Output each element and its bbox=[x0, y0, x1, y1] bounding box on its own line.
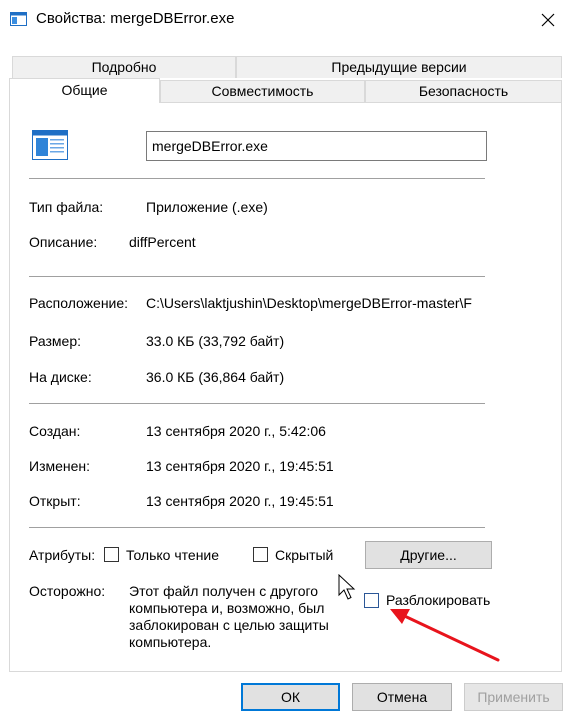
location-value: C:\Users\laktjushin\Desktop\mergeDBError… bbox=[146, 295, 472, 311]
separator bbox=[29, 403, 485, 404]
close-icon bbox=[541, 13, 555, 27]
close-button[interactable] bbox=[525, 0, 571, 40]
tab-compatibility[interactable]: Совместимость bbox=[160, 80, 365, 102]
separator bbox=[29, 178, 485, 179]
separator bbox=[29, 527, 485, 528]
window-title: Свойства: mergeDBError.exe bbox=[36, 10, 235, 27]
size-value: 33.0 КБ (33,792 байт) bbox=[146, 333, 285, 349]
size-label: Размер: bbox=[29, 333, 82, 349]
cancel-button[interactable]: Отмена bbox=[352, 683, 452, 711]
description-value: diffPercent bbox=[129, 234, 196, 250]
file-type-label: Тип файла: bbox=[29, 199, 104, 215]
location-label: Расположение: bbox=[29, 295, 129, 311]
tab-security[interactable]: Безопасность bbox=[365, 80, 562, 102]
security-label: Осторожно: bbox=[29, 583, 106, 599]
apply-button[interactable]: Применить bbox=[464, 683, 563, 711]
description-label: Описание: bbox=[29, 234, 98, 250]
created-label: Создан: bbox=[29, 423, 81, 439]
size-on-disk-label: На диске: bbox=[29, 369, 92, 385]
file-type-value: Приложение (.exe) bbox=[146, 199, 268, 215]
readonly-label[interactable]: Только чтение bbox=[126, 547, 219, 563]
red-arrow-icon bbox=[390, 609, 500, 662]
application-icon bbox=[32, 130, 68, 160]
hidden-checkbox[interactable] bbox=[253, 547, 268, 562]
created-value: 13 сентября 2020 г., 5:42:06 bbox=[146, 423, 326, 439]
unblock-checkbox[interactable] bbox=[364, 593, 379, 608]
attributes-label: Атрибуты: bbox=[29, 547, 96, 563]
accessed-label: Открыт: bbox=[29, 493, 81, 509]
file-name-field[interactable]: mergeDBError.exe bbox=[146, 131, 487, 161]
security-warning-text: Этот файл получен с другого компьютера и… bbox=[129, 583, 329, 650]
advanced-attributes-button[interactable]: Другие... bbox=[365, 541, 492, 569]
tab-general[interactable]: Общие bbox=[9, 78, 160, 103]
readonly-checkbox[interactable] bbox=[104, 547, 119, 562]
modified-value: 13 сентября 2020 г., 19:45:51 bbox=[146, 458, 334, 474]
size-on-disk-value: 36.0 КБ (36,864 байт) bbox=[146, 369, 285, 385]
modified-label: Изменен: bbox=[29, 458, 91, 474]
exe-window-icon bbox=[10, 12, 27, 26]
separator bbox=[29, 276, 485, 277]
tab-previous-versions[interactable]: Предыдущие версии bbox=[236, 56, 562, 78]
mouse-cursor-icon bbox=[338, 574, 356, 600]
accessed-value: 13 сентября 2020 г., 19:45:51 bbox=[146, 493, 334, 509]
tab-details[interactable]: Подробно bbox=[12, 56, 236, 78]
ok-button[interactable]: ОК bbox=[241, 683, 340, 711]
hidden-label[interactable]: Скрытый bbox=[275, 547, 333, 563]
title-bar: Свойства: mergeDBError.exe bbox=[0, 0, 571, 40]
